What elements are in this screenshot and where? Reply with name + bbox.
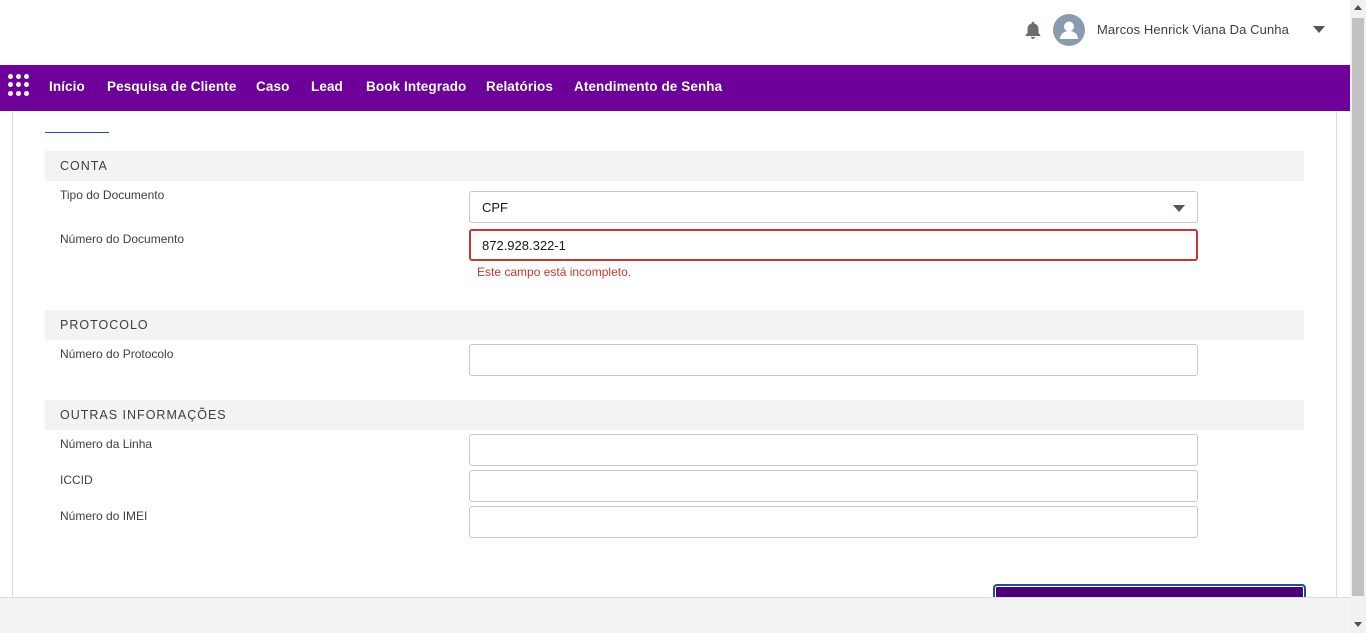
section-title: PROTOCOLO bbox=[60, 318, 149, 332]
numero-protocolo-input[interactable] bbox=[469, 344, 1198, 376]
section-header-outras-informacoes: OUTRAS INFORMAÇÕES bbox=[45, 400, 1304, 430]
chevron-down-icon bbox=[1173, 205, 1185, 212]
user-name[interactable]: Marcos Henrick Viana Da Cunha bbox=[1097, 22, 1289, 37]
main-content: CONTA Tipo do Documento CPF Número do Do… bbox=[0, 111, 1350, 597]
app-launcher-icon[interactable] bbox=[8, 74, 30, 96]
numero-linha-label: Número da Linha bbox=[60, 437, 153, 451]
global-header: Marcos Henrick Viana Da Cunha bbox=[0, 0, 1350, 65]
vertical-scrollbar[interactable] bbox=[1350, 0, 1366, 633]
bell-icon[interactable] bbox=[1022, 19, 1044, 41]
nav-item-atendimento-de-senha[interactable]: Atendimento de Senha bbox=[574, 79, 722, 94]
nav-item-pesquisa-de-cliente[interactable]: Pesquisa de Cliente bbox=[107, 79, 236, 94]
scroll-up-icon[interactable] bbox=[1354, 5, 1362, 10]
section-header-conta: CONTA bbox=[45, 151, 1304, 181]
numero-imei-label: Número do IMEI bbox=[60, 509, 148, 523]
nav-bar: Início Pesquisa de Cliente Caso Lead Boo… bbox=[0, 65, 1350, 111]
section-header-protocolo: PROTOCOLO bbox=[45, 310, 1304, 340]
numero-protocolo-label: Número do Protocolo bbox=[60, 347, 174, 361]
user-avatar-icon[interactable] bbox=[1053, 14, 1085, 46]
section-title: OUTRAS INFORMAÇÕES bbox=[60, 408, 227, 422]
submit-button[interactable] bbox=[993, 584, 1306, 597]
iccid-label: ICCID bbox=[60, 473, 93, 487]
nav-item-lead[interactable]: Lead bbox=[311, 79, 343, 94]
active-tab-indicator bbox=[45, 132, 109, 133]
tipo-documento-select[interactable]: CPF bbox=[469, 191, 1198, 223]
numero-documento-error: Este campo está incompleto. bbox=[477, 265, 632, 279]
chevron-down-icon[interactable] bbox=[1313, 26, 1325, 33]
numero-documento-label: Número do Documento bbox=[60, 232, 185, 246]
scroll-thumb[interactable] bbox=[1352, 18, 1364, 596]
section-title: CONTA bbox=[60, 159, 108, 173]
numero-imei-input[interactable] bbox=[469, 506, 1198, 538]
iccid-input[interactable] bbox=[469, 470, 1198, 502]
select-value: CPF bbox=[482, 200, 508, 215]
numero-linha-input[interactable] bbox=[469, 434, 1198, 466]
utility-bar bbox=[0, 597, 1350, 633]
nav-item-relatorios[interactable]: Relatórios bbox=[486, 79, 553, 94]
nav-item-inicio[interactable]: Início bbox=[49, 79, 85, 94]
nav-item-caso[interactable]: Caso bbox=[256, 79, 289, 94]
scroll-down-icon[interactable] bbox=[1354, 622, 1362, 627]
tipo-documento-label: Tipo do Documento bbox=[60, 188, 165, 202]
numero-documento-input[interactable] bbox=[469, 229, 1198, 261]
nav-item-book-integrado[interactable]: Book Integrado bbox=[366, 79, 466, 94]
